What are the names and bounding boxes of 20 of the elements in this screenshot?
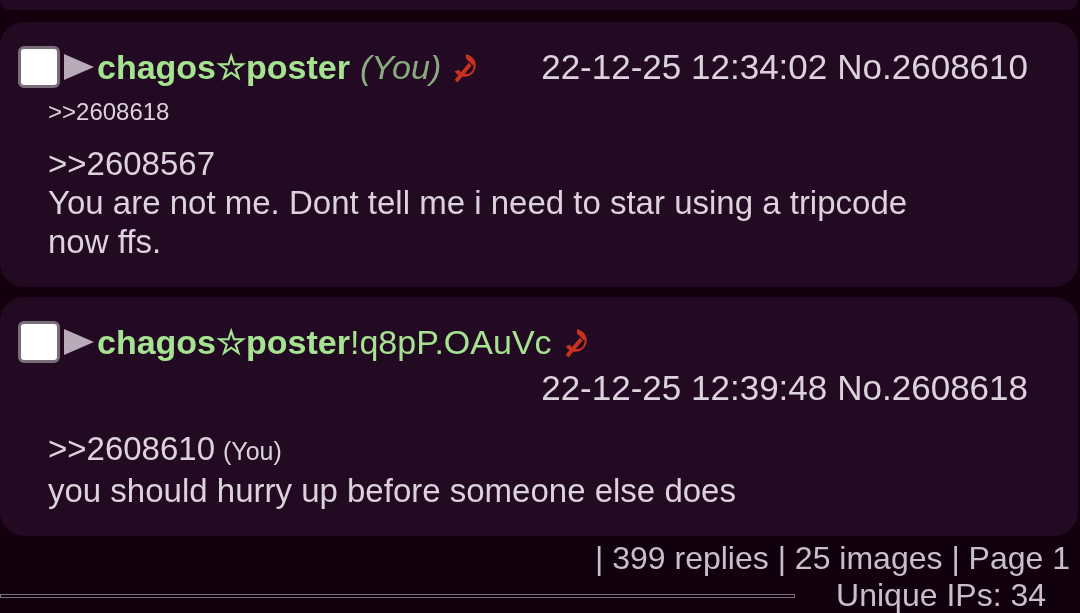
poster-name: chagos☆poster <box>97 322 350 363</box>
quote-link[interactable]: >>2608567 <box>48 144 215 183</box>
checkbox[interactable] <box>18 321 60 363</box>
post-number-link[interactable]: No.2608618 <box>837 365 1028 411</box>
post-text: you should hurry up before someone else does <box>48 471 737 510</box>
backlink[interactable]: >>2608618 <box>48 98 170 125</box>
poster-name: chagos☆poster <box>97 47 350 88</box>
you-label: (You) <box>223 436 282 467</box>
triangle-icon[interactable] <box>63 52 95 82</box>
unique-ips: Unique IPs: 34 <box>836 577 1046 613</box>
quote-link[interactable]: >>2608610 <box>48 429 215 468</box>
post-number-link[interactable]: No.2608610 <box>837 44 1028 90</box>
checkbox[interactable] <box>18 46 60 88</box>
tripcode: !q8pP.OAuVc <box>349 322 552 363</box>
post-text: You are not me. Dont tell me i need to star using a tripcode now ffs. <box>48 183 909 261</box>
post-date: 22-12-25 12:34:02 <box>541 46 828 88</box>
thread-stats: | 399 replies | 25 images | Page 1 <box>595 540 1070 577</box>
post-date: 22-12-25 12:39:48 <box>541 367 828 409</box>
triangle-icon[interactable] <box>63 327 95 357</box>
you-label: (You) <box>359 47 442 88</box>
